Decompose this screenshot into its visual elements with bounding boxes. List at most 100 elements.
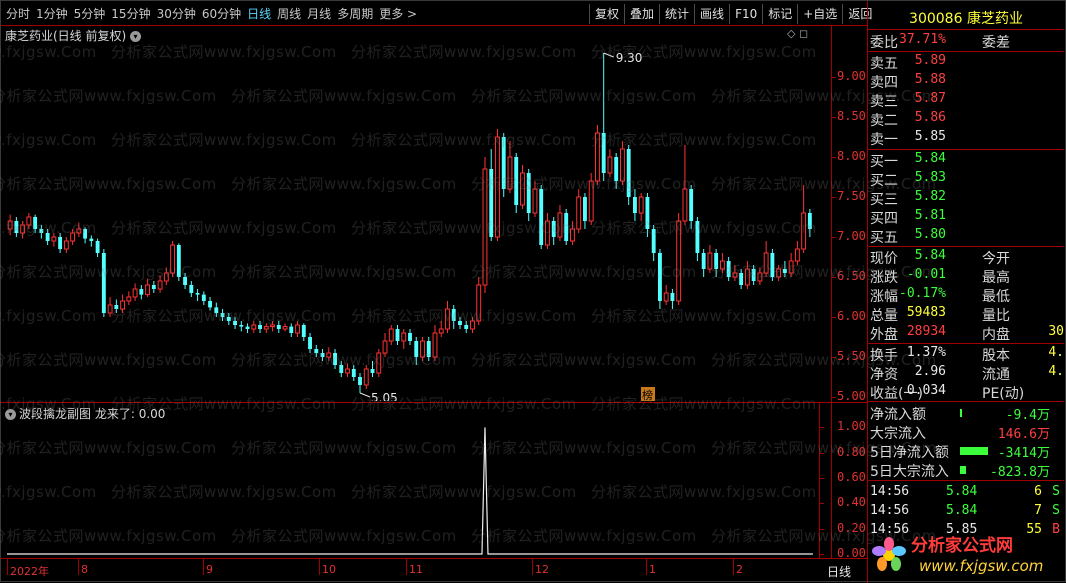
tool-button-5[interactable]: 标记	[762, 4, 797, 24]
ask-price: 5.86	[914, 110, 946, 125]
tool-button-4[interactable]: F10	[729, 4, 762, 24]
weibi-row: 委比 37.71% 委差	[868, 32, 1064, 51]
period-tab-5[interactable]: 60分钟	[199, 3, 244, 25]
period-tab-7[interactable]: 周线	[274, 3, 304, 25]
candle-body	[126, 296, 132, 302]
bid-price: 5.83	[914, 170, 946, 185]
date-separator	[78, 559, 79, 575]
ask-row[interactable]: 卖五 5.89	[868, 53, 1064, 72]
tool-button-2[interactable]: 统计	[659, 4, 694, 24]
tool-button-0[interactable]: 复权	[589, 4, 624, 24]
function-toolbar: 复权 叠加 统计 画线 F10 标记 +自选 返回	[589, 4, 877, 24]
candle-body	[314, 349, 319, 353]
candle	[226, 313, 231, 325]
candle	[195, 289, 200, 301]
period-tab-4[interactable]: 30分钟	[154, 3, 199, 25]
date-separator	[733, 559, 734, 575]
candle	[20, 221, 26, 239]
ask-row[interactable]: 卖二 5.86	[868, 110, 1064, 129]
candle-body	[557, 212, 563, 238]
candle-body	[14, 221, 19, 233]
bid-row[interactable]: 买二 5.83	[868, 170, 1064, 189]
candle	[320, 349, 325, 361]
candle	[351, 365, 356, 381]
candle	[763, 241, 769, 277]
price-tick	[831, 357, 836, 358]
tick-time: 14:56	[870, 484, 910, 499]
sub-tick	[819, 554, 824, 555]
candle	[89, 235, 94, 247]
candle	[614, 153, 619, 189]
candle-body	[376, 352, 382, 374]
tool-button-6[interactable]: +自选	[797, 4, 842, 24]
badge-text: 榜	[642, 388, 653, 401]
candle-body	[732, 272, 738, 278]
candle-body	[514, 157, 519, 205]
candle	[714, 249, 719, 277]
candle	[782, 261, 787, 277]
candle	[501, 133, 506, 197]
candle	[564, 209, 569, 245]
fundamental-label: 净资	[870, 367, 898, 383]
candle	[258, 321, 262, 333]
tool-button-3[interactable]: 画线	[694, 4, 729, 24]
period-tab-2[interactable]: 5分钟	[71, 3, 109, 25]
bid-row[interactable]: 买五 5.80	[868, 227, 1064, 246]
candle-body	[432, 332, 438, 358]
candle	[532, 181, 538, 217]
ask-row[interactable]: 卖一 5.85	[868, 129, 1064, 148]
price-tick	[831, 277, 836, 278]
candle-body	[320, 353, 325, 357]
candlestick-chart[interactable]: 9.30 5.05 榜	[1, 41, 831, 401]
period-tab-1[interactable]: 1分钟	[33, 3, 71, 25]
fundamental-value-2: 4.	[1048, 345, 1064, 360]
candle-body	[763, 252, 769, 274]
candle	[520, 165, 525, 209]
ask-row[interactable]: 卖四 5.88	[868, 72, 1064, 91]
x-footer-label[interactable]: 日线	[827, 563, 851, 580]
period-tab-10[interactable]: 更多 >	[376, 3, 420, 25]
stat-label: 外盘	[870, 327, 898, 343]
stock-code-name[interactable]: 300086 康芝药业	[868, 8, 1064, 27]
candle-body	[788, 260, 794, 274]
ask-row[interactable]: 卖三 5.87	[868, 91, 1064, 110]
tick-side: S	[1052, 484, 1060, 499]
chart-options-icons[interactable]: ◇ ◻	[787, 27, 808, 40]
period-tab-3[interactable]: 15分钟	[108, 3, 153, 25]
candle-body	[7, 220, 13, 230]
candle-body	[426, 341, 431, 357]
candle	[126, 291, 132, 305]
bid-row[interactable]: 买三 5.82	[868, 189, 1064, 208]
flow-bar	[960, 409, 962, 417]
stat-label-2: 最高	[982, 270, 1010, 286]
candle-body	[689, 189, 694, 221]
candle	[95, 238, 100, 257]
flow-label: 净流入额	[870, 407, 926, 423]
tick-price: 5.84	[946, 484, 978, 499]
candle-body	[751, 269, 756, 281]
period-tab-6[interactable]: 日线	[244, 3, 274, 25]
tool-button-1[interactable]: 叠加	[624, 4, 659, 24]
sub-indicator-chart[interactable]	[1, 421, 831, 559]
candle	[570, 221, 575, 245]
price-tick-label: 6.50	[837, 269, 866, 283]
ask-price: 5.89	[914, 53, 946, 68]
bid-row[interactable]: 买一 5.84	[868, 151, 1064, 170]
period-tab-8[interactable]: 月线	[304, 3, 334, 25]
candle-body	[401, 332, 407, 342]
candle	[45, 229, 50, 245]
rank-badge[interactable]: 榜	[641, 387, 655, 401]
candle	[426, 337, 431, 361]
sub-tick	[819, 528, 824, 530]
candle-body	[195, 293, 200, 295]
candle-body	[226, 317, 231, 321]
candle	[401, 329, 407, 349]
candle-body	[388, 328, 394, 342]
candle	[657, 249, 662, 309]
chevron-down-icon[interactable]: ▾	[5, 409, 16, 420]
period-tab-9[interactable]: 多周期	[334, 3, 376, 25]
candle-body	[626, 149, 631, 197]
period-tab-0[interactable]: 分时	[3, 3, 33, 25]
bid-row[interactable]: 买四 5.81	[868, 208, 1064, 227]
candle-body	[714, 253, 719, 269]
